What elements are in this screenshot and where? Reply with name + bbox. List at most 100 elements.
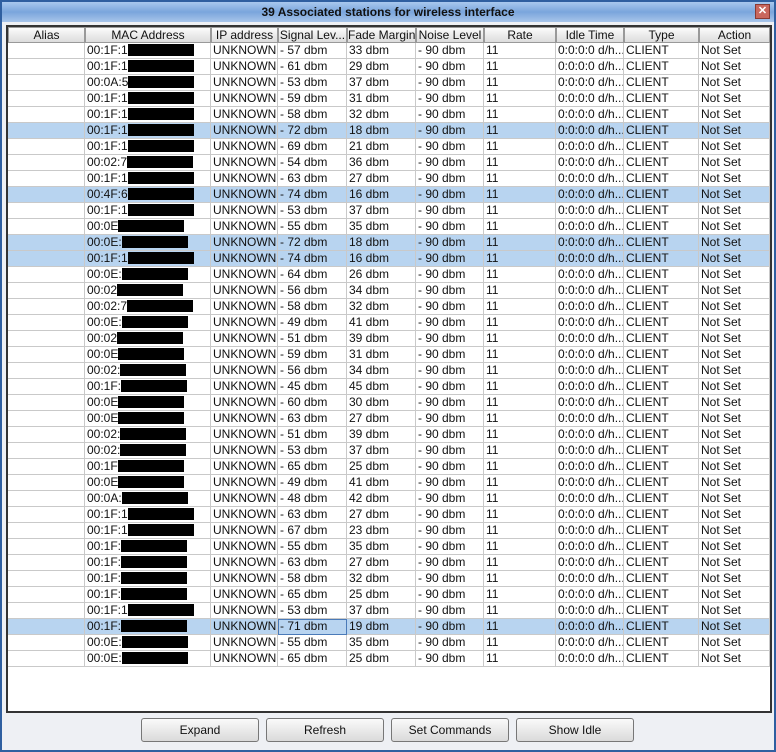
- signal-level-value: - 59 dbm: [280, 347, 328, 361]
- column-header-mac-address[interactable]: MAC Address: [85, 27, 211, 43]
- table-row[interactable]: 00:0E UNKNOWN - 63 dbm 27 dbm - 90 dbm 11 0:0:…: [8, 411, 770, 427]
- table-row[interactable]: 00:1F:1 UNKNOWN - 69 dbm 21 dbm - 90 dbm 11 0:…: [8, 139, 770, 155]
- table-row[interactable]: 00:1F:1 UNKNOWN - 63 dbm 27 dbm - 90 dbm 11 0:…: [8, 171, 770, 187]
- table-row[interactable]: 00:02: UNKNOWN - 53 dbm 37 dbm - 90 dbm 11 0:0…: [8, 443, 770, 459]
- table-row[interactable]: 00:0E UNKNOWN - 60 dbm 30 dbm - 90 dbm 11 0:0:…: [8, 395, 770, 411]
- cell-type: CLIENT: [624, 347, 699, 363]
- idle-time-value: 0:0:0:0 d/h...: [558, 75, 624, 89]
- cell-action: Not Set: [699, 123, 770, 139]
- column-header-rate[interactable]: Rate: [484, 27, 556, 43]
- column-header-type[interactable]: Type: [624, 27, 699, 43]
- cell-signal-level: - 56 dbm: [278, 363, 347, 379]
- column-header-idle-time[interactable]: Idle Time: [556, 27, 624, 43]
- redaction-box: [121, 267, 188, 280]
- cell-fade-margin: 41 dbm: [347, 475, 416, 491]
- cell-ip-address: UNKNOWN: [211, 443, 278, 459]
- table-row[interactable]: 00:1F: UNKNOWN - 71 dbm 19 dbm - 90 dbm 11 0:0…: [8, 619, 770, 635]
- idle-time-value: 0:0:0:0 d/h...: [558, 251, 624, 265]
- cell-mac-address: 00:02: [85, 283, 211, 299]
- noise-level-value: - 90 dbm: [418, 155, 466, 169]
- table-row[interactable]: 00:0E: UNKNOWN - 65 dbm 25 dbm - 90 dbm 11 0:0…: [8, 651, 770, 667]
- cell-signal-level: - 63 dbm: [278, 171, 347, 187]
- type-value: CLIENT: [626, 523, 669, 537]
- table-row[interactable]: 00:1F:1 UNKNOWN - 72 dbm 18 dbm - 90 dbm 11 0:…: [8, 123, 770, 139]
- table-row[interactable]: 00:0E: UNKNOWN - 55 dbm 35 dbm - 90 dbm 11 0:0…: [8, 635, 770, 651]
- table-row[interactable]: 00:1F:1 UNKNOWN - 67 dbm 23 dbm - 90 dbm 11 0:…: [8, 523, 770, 539]
- mac-address-value: 00:1F:1: [87, 251, 128, 265]
- close-icon[interactable]: ✕: [755, 4, 770, 19]
- action-value: Not Set: [701, 475, 742, 489]
- idle-time-value: 0:0:0:0 d/h...: [558, 267, 624, 281]
- cell-signal-level: - 71 dbm: [278, 619, 347, 635]
- table-row[interactable]: 00:0E UNKNOWN - 49 dbm 41 dbm - 90 dbm 11 0:0:…: [8, 475, 770, 491]
- column-header-action[interactable]: Action: [699, 27, 770, 43]
- type-value: CLIENT: [626, 235, 669, 249]
- table-row[interactable]: 00:02 UNKNOWN - 56 dbm 34 dbm - 90 dbm 11 0:0:…: [8, 283, 770, 299]
- cell-type: CLIENT: [624, 539, 699, 555]
- cell-action: Not Set: [699, 395, 770, 411]
- cell-signal-level: - 55 dbm: [278, 635, 347, 651]
- show-idle-button[interactable]: Show Idle: [516, 718, 634, 742]
- type-value: CLIENT: [626, 251, 669, 265]
- fade-margin-value: 32 dbm: [349, 299, 390, 313]
- action-value: Not Set: [701, 539, 742, 553]
- cell-action: Not Set: [699, 251, 770, 267]
- cell-fade-margin: 45 dbm: [347, 379, 416, 395]
- ip-address-value: UNKNOWN: [213, 139, 277, 153]
- table-row[interactable]: 00:1F: UNKNOWN - 55 dbm 35 dbm - 90 dbm 11 0:0…: [8, 539, 770, 555]
- cell-alias: [8, 619, 85, 635]
- cell-type: CLIENT: [624, 443, 699, 459]
- cell-rate: 11: [484, 443, 556, 459]
- type-value: CLIENT: [626, 139, 669, 153]
- expand-button[interactable]: Expand: [141, 718, 259, 742]
- cell-alias: [8, 315, 85, 331]
- action-value: Not Set: [701, 139, 742, 153]
- table-row[interactable]: 00:02:7 UNKNOWN - 58 dbm 32 dbm - 90 dbm 11 0:…: [8, 299, 770, 315]
- table-row[interactable]: 00:0A: UNKNOWN - 48 dbm 42 dbm - 90 dbm 11 0:0…: [8, 491, 770, 507]
- redaction-box: [127, 123, 194, 136]
- noise-level-value: - 90 dbm: [418, 587, 466, 601]
- table-row[interactable]: 00:4F:6 UNKNOWN - 74 dbm 16 dbm - 90 dbm 11 0:…: [8, 187, 770, 203]
- stations-table: Alias MAC Address IP address Signal Lev... F…: [6, 25, 772, 713]
- fade-margin-value: 27 dbm: [349, 411, 390, 425]
- table-row[interactable]: 00:1F: UNKNOWN - 58 dbm 32 dbm - 90 dbm 11 0:0…: [8, 571, 770, 587]
- column-header-ip-address[interactable]: IP address: [211, 27, 278, 43]
- table-row[interactable]: 00:1F UNKNOWN - 65 dbm 25 dbm - 90 dbm 11 0:0:…: [8, 459, 770, 475]
- table-row[interactable]: 00:1F: UNKNOWN - 63 dbm 27 dbm - 90 dbm 11 0:0…: [8, 555, 770, 571]
- column-header-signal-level[interactable]: Signal Lev...: [278, 27, 347, 43]
- table-row[interactable]: 00:1F:1 UNKNOWN - 53 dbm 37 dbm - 90 dbm 11 0:…: [8, 603, 770, 619]
- column-header-noise-level[interactable]: Noise Level: [416, 27, 484, 43]
- table-row[interactable]: 00:02 UNKNOWN - 51 dbm 39 dbm - 90 dbm 11 0:0:…: [8, 331, 770, 347]
- table-row[interactable]: 00:0E: UNKNOWN - 72 dbm 18 dbm - 90 dbm 11 0:0…: [8, 235, 770, 251]
- table-row[interactable]: 00:1F: UNKNOWN - 65 dbm 25 dbm - 90 dbm 11 0:0…: [8, 587, 770, 603]
- redaction-box: [121, 587, 188, 600]
- redaction-box: [117, 283, 184, 296]
- cell-idle-time: 0:0:0:0 d/h...: [556, 43, 624, 59]
- column-header-fade-margin[interactable]: Fade Margin: [347, 27, 416, 43]
- set-commands-button[interactable]: Set Commands: [391, 718, 509, 742]
- table-row[interactable]: 00:1F:1 UNKNOWN - 59 dbm 31 dbm - 90 dbm 11 0:…: [8, 91, 770, 107]
- refresh-button[interactable]: Refresh: [266, 718, 384, 742]
- table-row[interactable]: 00:0E: UNKNOWN - 49 dbm 41 dbm - 90 dbm 11 0:0…: [8, 315, 770, 331]
- column-header-alias[interactable]: Alias: [8, 27, 85, 43]
- table-row[interactable]: 00:1F:1 UNKNOWN - 57 dbm 33 dbm - 90 dbm 11 0:…: [8, 43, 770, 59]
- table-row[interactable]: 00:1F:1 UNKNOWN - 74 dbm 16 dbm - 90 dbm 11 0:…: [8, 251, 770, 267]
- table-row[interactable]: 00:1F:1 UNKNOWN - 63 dbm 27 dbm - 90 dbm 11 0:…: [8, 507, 770, 523]
- cell-signal-level: - 57 dbm: [278, 43, 347, 59]
- table-row[interactable]: 00:0E: UNKNOWN - 64 dbm 26 dbm - 90 dbm 11 0:0…: [8, 267, 770, 283]
- cell-idle-time: 0:0:0:0 d/h...: [556, 299, 624, 315]
- table-row[interactable]: 00:02: UNKNOWN - 56 dbm 34 dbm - 90 dbm 11 0:0…: [8, 363, 770, 379]
- table-row[interactable]: 00:1F:1 UNKNOWN - 58 dbm 32 dbm - 90 dbm 11 0:…: [8, 107, 770, 123]
- noise-level-value: - 90 dbm: [418, 331, 466, 345]
- table-row[interactable]: 00:0A:5 UNKNOWN - 53 dbm 37 dbm - 90 dbm 11 0:…: [8, 75, 770, 91]
- table-row[interactable]: 00:02: UNKNOWN - 51 dbm 39 dbm - 90 dbm 11 0:0…: [8, 427, 770, 443]
- cell-idle-time: 0:0:0:0 d/h...: [556, 363, 624, 379]
- table-row[interactable]: 00:02:7 UNKNOWN - 54 dbm 36 dbm - 90 dbm 11 0:…: [8, 155, 770, 171]
- table-row[interactable]: 00:1F:1 UNKNOWN - 61 dbm 29 dbm - 90 dbm 11 0:…: [8, 59, 770, 75]
- cell-rate: 11: [484, 107, 556, 123]
- table-row[interactable]: 00:1F: UNKNOWN - 45 dbm 45 dbm - 90 dbm 11 0:0…: [8, 379, 770, 395]
- table-row[interactable]: 00:1F:1 UNKNOWN - 53 dbm 37 dbm - 90 dbm 11 0:…: [8, 203, 770, 219]
- table-row[interactable]: 00:0E UNKNOWN - 59 dbm 31 dbm - 90 dbm 11 0:0:…: [8, 347, 770, 363]
- table-row[interactable]: 00:0E UNKNOWN - 55 dbm 35 dbm - 90 dbm 11 0:0:…: [8, 219, 770, 235]
- ip-address-value: UNKNOWN: [213, 299, 277, 313]
